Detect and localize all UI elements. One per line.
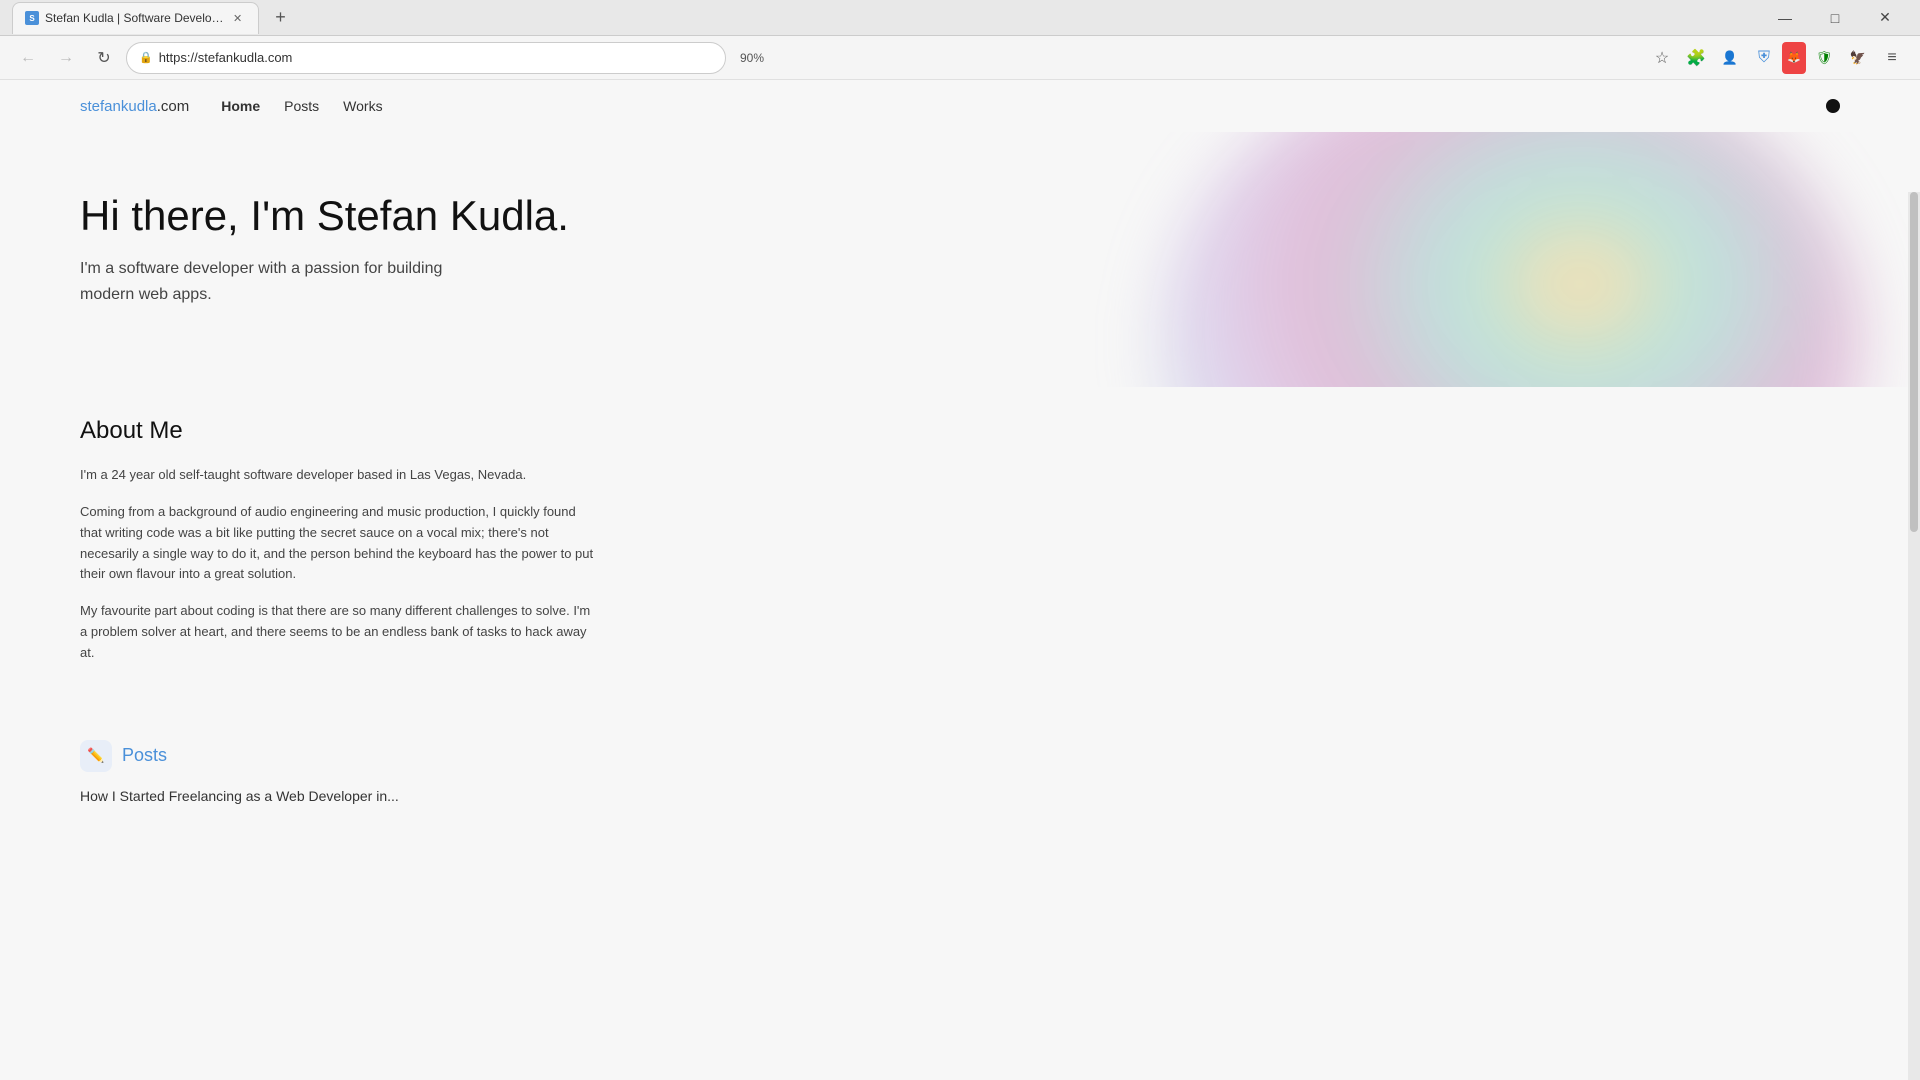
about-para-1: I'm a 24 year old self-taught software d… xyxy=(80,465,600,486)
forward-button[interactable]: → xyxy=(50,42,82,74)
nav-home[interactable]: Home xyxy=(221,98,260,114)
scrollbar-thumb[interactable] xyxy=(1910,192,1918,532)
toolbar-icons-right: ☆ 🧩 👤 ⛨ 🦊 🛡 🦅 ≡ xyxy=(1646,42,1908,74)
addon3-button[interactable]: 🦅 xyxy=(1842,42,1874,74)
website-content: stefankudla.com Home Posts Works Hi ther… xyxy=(0,80,1920,1080)
posts-pencil-icon: ✏️ xyxy=(80,740,112,772)
shield-icon: ⛨ xyxy=(1748,42,1780,74)
site-logo: stefankudla.com xyxy=(80,98,189,115)
logo-name: stefankudla xyxy=(80,98,157,115)
posts-article-title[interactable]: How I Started Freelancing as a Web Devel… xyxy=(80,788,1840,804)
addon1-button[interactable]: 🦊 xyxy=(1782,42,1806,74)
about-para-3: My favourite part about coding is that t… xyxy=(80,601,600,663)
site-nav: stefankudla.com Home Posts Works xyxy=(0,80,1920,132)
bookmark-star-button[interactable]: ☆ xyxy=(1646,42,1678,74)
about-title: About Me xyxy=(80,417,1840,445)
tab-title: Stefan Kudla | Software Develo… xyxy=(45,11,224,25)
logo-tld: .com xyxy=(157,98,190,115)
maximize-button[interactable]: □ xyxy=(1812,2,1858,34)
dark-mode-toggle[interactable] xyxy=(1826,99,1840,113)
about-para-2: Coming from a background of audio engine… xyxy=(80,502,600,585)
hero-subtitle: I'm a software developer with a passion … xyxy=(80,256,460,307)
browser-toolbar: ← → ↻ 🔒 https://stefankudla.com 90% ☆ 🧩 … xyxy=(0,36,1920,80)
profile-button[interactable]: 👤 xyxy=(1714,42,1746,74)
nav-links: Home Posts Works xyxy=(221,98,382,114)
nav-posts[interactable]: Posts xyxy=(284,98,319,114)
hero-section: Hi there, I'm Stefan Kudla. I'm a softwa… xyxy=(0,132,1920,387)
posts-section-title: Posts xyxy=(122,745,167,766)
hero-title: Hi there, I'm Stefan Kudla. xyxy=(80,192,580,240)
back-button[interactable]: ← xyxy=(12,42,44,74)
extensions-button[interactable]: 🧩 xyxy=(1680,42,1712,74)
menu-button[interactable]: ≡ xyxy=(1876,42,1908,74)
browser-tab[interactable]: S Stefan Kudla | Software Develo… ✕ xyxy=(12,2,259,34)
browser-window: S Stefan Kudla | Software Develo… ✕ + — … xyxy=(0,0,1920,1080)
addon2-button[interactable]: 🛡 xyxy=(1808,42,1840,74)
window-controls: — □ ✕ xyxy=(1762,2,1908,34)
lock-icon: 🔒 xyxy=(139,51,153,64)
tab-favicon: S xyxy=(25,11,39,25)
refresh-button[interactable]: ↻ xyxy=(88,42,120,74)
posts-header: ✏️ Posts xyxy=(80,740,1840,772)
address-bar[interactable]: 🔒 https://stefankudla.com xyxy=(126,42,726,74)
url-text: https://stefankudla.com xyxy=(159,50,293,65)
scrollbar[interactable] xyxy=(1908,192,1920,1080)
close-button[interactable]: ✕ xyxy=(1862,2,1908,34)
tab-close-button[interactable]: ✕ xyxy=(230,10,246,26)
nav-works[interactable]: Works xyxy=(343,98,382,114)
minimize-button[interactable]: — xyxy=(1762,2,1808,34)
gradient-blob xyxy=(1160,132,1860,387)
zoom-indicator: 90% xyxy=(740,51,764,65)
browser-titlebar: S Stefan Kudla | Software Develo… ✕ + — … xyxy=(0,0,1920,36)
new-tab-button[interactable]: + xyxy=(267,4,295,32)
posts-section: ✏️ Posts How I Started Freelancing as a … xyxy=(0,720,1920,804)
about-section: About Me I'm a 24 year old self-taught s… xyxy=(0,387,1920,719)
